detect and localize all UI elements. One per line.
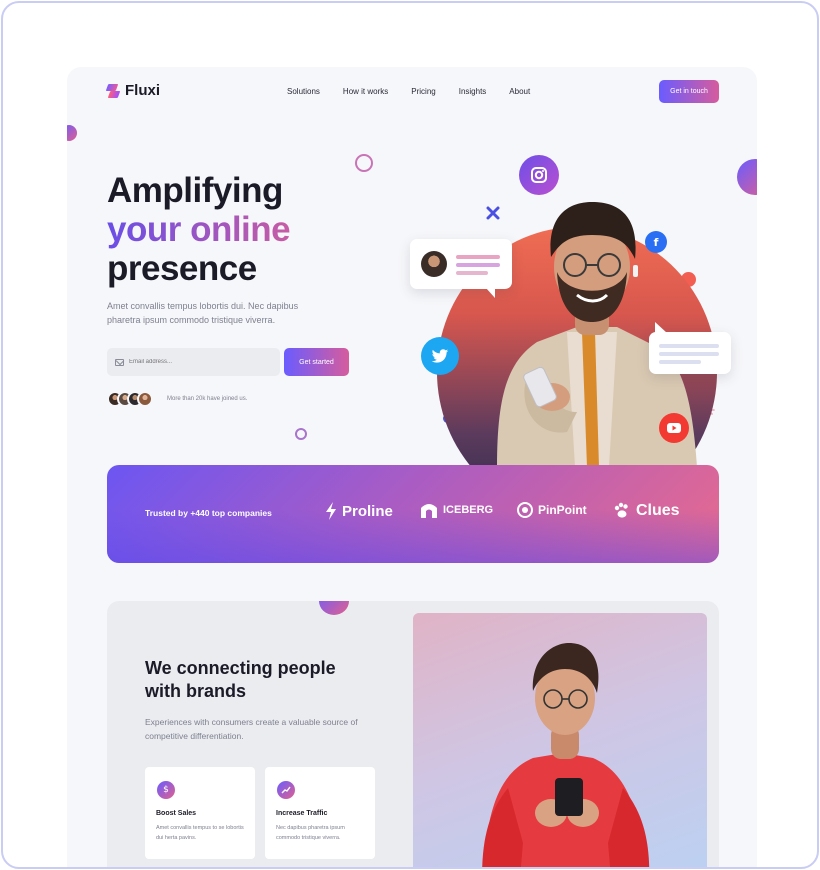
facebook-icon: f [645,231,667,253]
hero-title-line2: your online [107,210,291,249]
mail-icon [115,358,124,366]
target-icon [517,502,533,518]
brand-iceberg: ICEBERG [420,502,493,518]
iceberg-icon [421,504,437,518]
bolt-icon [326,502,336,520]
nav-solutions[interactable]: Solutions [287,87,320,96]
person-with-phone-image [482,643,650,867]
nav-about[interactable]: About [509,87,530,96]
avatar [421,251,447,277]
card-text: Nec dapibus pharetra ipsum commodo trist… [276,825,345,841]
main-nav: Solutions How it works Pricing Insights … [287,87,553,96]
hero-title: Amplifying your online presence [107,171,291,288]
get-started-button[interactable]: Get started [284,348,349,376]
logo[interactable]: Fluxi [107,82,160,99]
brand-name: Clues [636,502,680,519]
message-line [659,360,701,364]
brand-name: PinPoint [538,503,587,517]
section-subtitle: Experiences with consumers create a valu… [145,717,358,741]
nav-pricing[interactable]: Pricing [411,87,435,96]
deco-ring-small [295,428,307,440]
message-line [456,255,500,259]
youtube-icon [659,413,689,443]
message-line [456,271,488,275]
deco-half-circle [319,601,349,615]
dollar-icon: $ [157,781,175,799]
feature-card-boost-sales: $ Boost Sales Amet convallis tempus to s… [145,767,255,859]
brand-photo [413,613,707,867]
message-line [659,344,719,348]
brand-pinpoint: PinPoint [517,502,587,518]
chat-bubble [410,239,512,298]
card-text: Amet convallis tempus to se lobortis dui… [156,825,244,841]
brand-proline: Proline [325,502,393,520]
trusted-by-banner: Trusted by +440 top companies Proline IC… [107,465,719,563]
paw-icon [614,502,628,518]
brand-clues: Clues [613,502,680,520]
card-title: Boost Sales [156,810,197,817]
brands-section: We connecting people with brands Experie… [107,601,719,867]
chat-bubble [649,322,731,374]
avatar-stack [107,391,153,407]
nav-how-it-works[interactable]: How it works [343,87,388,96]
feature-card-increase-traffic: Increase Traffic Nec dapibus pharetra ip… [265,767,375,859]
deco-half-circle-right [737,159,757,195]
joined-count-text: More than 20k have joined us. [167,396,248,402]
avatar [137,391,153,407]
brand-name: ICEBERG [443,504,494,516]
logo-icon [107,84,119,98]
hero-subtitle: Amet convallis tempus lobortis dui. Nec … [107,301,299,325]
hero-title-line1: Amplifying [107,171,283,210]
twitter-icon [421,337,459,375]
deco-half-circle-left [67,125,77,141]
card-title: Increase Traffic [276,810,328,817]
hero-title-line3: presence [107,249,257,288]
instagram-icon [519,155,559,195]
nav-insights[interactable]: Insights [459,87,487,96]
message-line [456,263,500,267]
logo-text: Fluxi [125,82,161,99]
email-field-wrapper [107,348,280,376]
trend-up-icon [277,781,295,799]
email-field[interactable] [129,359,269,365]
trusted-label: Trusted by +440 top companies [145,508,272,518]
message-line [659,352,719,356]
brand-name: Proline [342,502,393,520]
landing-page: Fluxi Solutions How it works Pricing Ins… [67,67,757,867]
section-title: We connecting people with brands [145,658,336,701]
deco-ring [355,154,373,172]
browser-frame: Fluxi Solutions How it works Pricing Ins… [1,1,819,869]
get-in-touch-button[interactable]: Get in touch [659,80,719,103]
